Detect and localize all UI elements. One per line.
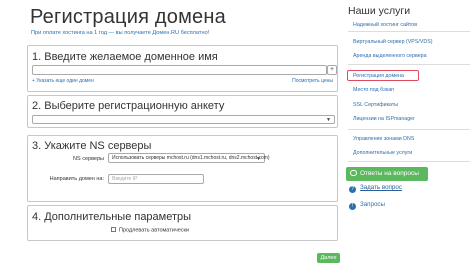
ip-address-input[interactable]: Введите IP [108,174,204,184]
ask-question-link[interactable]: ? Задать вопрос [349,184,402,193]
question-icon: ? [349,186,356,193]
sidebar-item[interactable]: Дополнительные услуги [348,148,470,156]
sidebar-item[interactable]: Место под бэкап [348,85,470,93]
additional-params-section: 4. Дополнительные параметры Продлевать а… [27,205,338,241]
sidebar-item[interactable]: Регистрация домена [347,70,419,81]
auto-renew-label: Продлевать автоматически [119,227,189,234]
section-title: 3. Укажите NS серверы [32,140,152,152]
ns-servers-section: 3. Укажите NS серверы NS серверы Использ… [27,135,338,202]
requests-label: Запросы [360,201,385,208]
questions-button-label: Ответы на вопросы [360,170,419,177]
sidebar-divider [348,129,470,130]
registration-profile-select[interactable]: ▼ [32,115,335,124]
page-title: Регистрация домена [30,6,226,28]
add-domain-link[interactable]: + Указать еще один домен [32,78,94,84]
section-title: 2. Выберите регистрационную анкету [32,100,225,112]
domain-name-section: 1. Введите желаемое доменное имя + + Ука… [27,45,338,92]
view-prices-link[interactable]: Посмотреть цены [292,78,333,84]
requests-icon: ! [349,203,356,210]
sidebar-divider [348,64,470,65]
chat-icon [350,170,357,176]
sidebar-item[interactable]: Аренда выделенного сервера [348,51,470,59]
domain-name-input[interactable] [32,65,327,75]
questions-button[interactable]: Ответы на вопросы [346,167,428,181]
ns-servers-label: NS серверы [73,156,104,162]
auto-renew-row[interactable]: Продлевать автоматически [111,227,189,234]
promo-link[interactable]: При оплате хостинга на 1 год — вы получа… [31,30,209,36]
ns-servers-selected-value: Использовать серверы mchost.ru (dns1.mch… [112,155,270,161]
chevron-down-icon: ▼ [326,117,331,123]
ns-servers-select[interactable]: Использовать серверы mchost.ru (dns1.mch… [108,153,270,163]
auto-renew-checkbox[interactable] [111,227,116,232]
sidebar-divider [348,31,470,32]
sidebar-item[interactable]: Управление зонами DNS [348,134,470,142]
registration-profile-section: 2. Выберите регистрационную анкету ▼ [27,95,338,128]
requests-link[interactable]: ! Запросы [349,201,385,210]
sidebar-title: Наши услуги [348,5,411,17]
plus-icon[interactable]: + [327,65,337,75]
sidebar-item[interactable]: Лицензии на ISPmanager [348,114,470,122]
ask-question-label: Задать вопрос [360,184,402,191]
sidebar-item[interactable]: Виртуальный сервер (VPS/VDS) [348,37,470,45]
sidebar-item[interactable]: Надежный хостинг сайтов [348,20,470,28]
next-button[interactable]: Далее [317,253,340,263]
section-title: 1. Введите желаемое доменное имя [32,51,218,63]
section-title: 4. Дополнительные параметры [32,211,192,223]
sidebar-divider [348,161,470,162]
sidebar-item[interactable]: SSL Сертификаты [348,100,470,108]
chevron-down-icon: ▼ [256,156,261,162]
point-domain-label: Направить домен на: [49,176,104,182]
